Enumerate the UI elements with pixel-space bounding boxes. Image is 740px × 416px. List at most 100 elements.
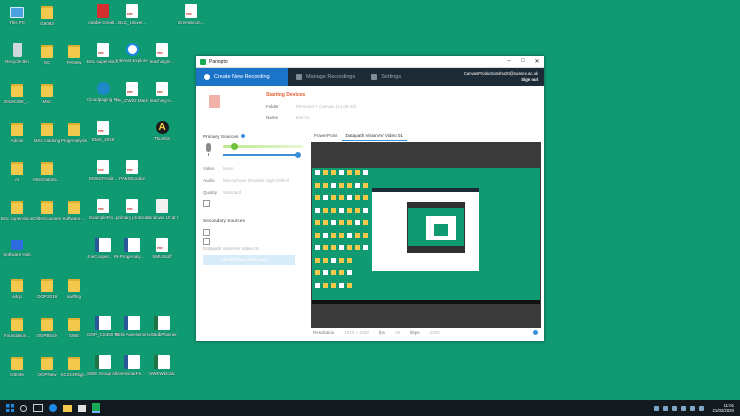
panopto-taskbar-icon[interactable] bbox=[92, 403, 100, 413]
desktop-icon[interactable]: Adobe Creati... bbox=[88, 2, 118, 32]
desktop-icon[interactable]: SWE bbox=[59, 314, 89, 344]
kbps-select[interactable]: 2000 bbox=[430, 330, 440, 335]
pdf-icon bbox=[97, 160, 109, 174]
desktop-icon[interactable]: PANew bbox=[59, 41, 89, 71]
desktop-icon[interactable]: EMS_2019 bbox=[88, 119, 118, 149]
tab-datapath-video[interactable]: Datapath VisionAV Video 01 bbox=[341, 132, 407, 141]
desktop-icon[interactable]: PA_CW02 Markin... bbox=[116, 80, 148, 110]
start-button[interactable] bbox=[6, 404, 14, 412]
fps-label: fps bbox=[379, 330, 386, 335]
resolution-select[interactable]: 1920 x 1080 bbox=[344, 330, 369, 335]
desktop-icon[interactable]: Risk Assessme... bbox=[116, 314, 148, 344]
desktop-icon[interactable]: SCSCRIbgr... bbox=[59, 353, 89, 383]
maximize-button[interactable]: □ bbox=[516, 58, 530, 65]
desktop-icon[interactable]: PAEMCode2 bbox=[117, 158, 147, 188]
desktop-icon[interactable]: GreenEcon... bbox=[176, 2, 206, 32]
desktop-icon[interactable]: BSc supervisio... bbox=[87, 41, 119, 71]
tray-app-icon[interactable] bbox=[672, 405, 678, 411]
desktop-icon[interactable]: OOP_CS450 Major chan... bbox=[87, 314, 119, 344]
network-icon[interactable] bbox=[690, 405, 696, 411]
preview-desktop-icon bbox=[323, 232, 328, 238]
desktop-icon[interactable]: MScDataSc... bbox=[32, 158, 62, 188]
tray-app-icon[interactable] bbox=[663, 405, 669, 411]
desktop-icon[interactable]: Internet Explorer bbox=[116, 41, 148, 71]
quality-select[interactable]: Standard bbox=[223, 190, 241, 195]
desktop-icon[interactable]: SWEWkCalc bbox=[147, 353, 177, 383]
store-icon[interactable] bbox=[78, 404, 86, 412]
desktop-icon[interactable]: Foundation... bbox=[2, 314, 32, 344]
desktop-icon[interactable]: Recycle Bin bbox=[2, 41, 32, 71]
volume-icon[interactable] bbox=[699, 405, 705, 411]
desktop-icon[interactable]: Cloudpaging Player bbox=[87, 80, 119, 110]
sign-out-link[interactable]: Sign out bbox=[464, 77, 538, 83]
tab-settings[interactable]: Settings bbox=[363, 68, 409, 86]
add-video-source-label: Add another video source bbox=[221, 257, 270, 262]
folder-icon bbox=[68, 318, 80, 331]
desktop-icon[interactable]: teachingm... bbox=[147, 41, 177, 71]
desktop-icon[interactable]: Windows 10 at Sussex bbox=[146, 197, 178, 227]
task-view-icon[interactable] bbox=[33, 404, 43, 412]
desktop-icon[interactable]: AI bbox=[2, 158, 32, 188]
fps-select[interactable]: 30 bbox=[395, 330, 400, 335]
tab-manage-recordings[interactable]: Manage Recordings bbox=[288, 68, 363, 86]
preview-desktop-icon bbox=[355, 182, 360, 188]
clock[interactable]: 11:01 21/02/2020 bbox=[706, 403, 740, 413]
desktop-icon[interactable]: MSc marking bbox=[32, 119, 62, 149]
name-input[interactable]: test 01 bbox=[296, 115, 310, 120]
edge-icon[interactable] bbox=[49, 404, 57, 412]
desktop-icon[interactable]: ExampleFin... bbox=[88, 197, 118, 227]
desktop-icon[interactable]: ProgAnalysis bbox=[59, 119, 89, 149]
desktop-icon[interactable]: ProgAnaly... bbox=[117, 236, 147, 266]
desktop-icon[interactable]: MSc bbox=[32, 80, 62, 110]
audio-gain-slider[interactable] bbox=[223, 154, 298, 156]
desktop-icon[interactable]: SWE Group Allocations bbox=[87, 353, 119, 383]
primary-sources-heading: Primary Sources bbox=[203, 134, 246, 140]
title-bar[interactable]: Panopto – □ ✕ bbox=[196, 56, 544, 68]
folder-icon bbox=[41, 84, 53, 97]
desktop-icon[interactable]: G6046 bbox=[2, 353, 32, 383]
search-icon[interactable] bbox=[20, 404, 27, 412]
close-button[interactable]: ✕ bbox=[530, 58, 544, 65]
desktop-icon[interactable]: This PC bbox=[2, 2, 32, 32]
desktop-icon[interactable]: primary protocol... bbox=[116, 197, 148, 227]
capture-checkbox[interactable] bbox=[203, 200, 210, 207]
info-icon[interactable] bbox=[533, 330, 538, 335]
desktop-icon[interactable]: OOP2019 bbox=[32, 275, 62, 305]
desktop-icon[interactable]: GC bbox=[32, 41, 62, 71]
desktop-icon[interactable]: SeminarFe... bbox=[117, 353, 147, 383]
secondary-source-checkbox-1[interactable] bbox=[203, 229, 210, 236]
desktop-icon[interactable]: OOPBlock bbox=[32, 314, 62, 344]
desktop-icon[interactable]: BSc supervision bbox=[1, 197, 33, 227]
pdf-icon bbox=[126, 199, 138, 213]
tray-app-icon[interactable] bbox=[654, 405, 660, 411]
desktop-icon[interactable]: Software-... bbox=[59, 197, 89, 227]
desktop-icon[interactable]: GLC_Univer... bbox=[117, 2, 147, 32]
secondary-source-checkbox-2[interactable] bbox=[203, 238, 210, 245]
tray-app-icon[interactable] bbox=[681, 405, 687, 411]
desktop-icon[interactable]: G6083 bbox=[32, 2, 62, 32]
help-icon[interactable] bbox=[241, 134, 246, 138]
add-video-source-button[interactable]: Add another video source bbox=[203, 255, 295, 265]
desktop-icon[interactable]: Thumbs bbox=[147, 119, 177, 149]
audio-gain-handle[interactable] bbox=[295, 152, 301, 158]
desktop-icon[interactable]: teaching-s... bbox=[147, 80, 177, 110]
minimize-button[interactable]: – bbox=[502, 58, 516, 65]
desktop-icon[interactable]: USBdbPlanner bbox=[147, 314, 177, 344]
file-explorer-icon[interactable] bbox=[63, 404, 72, 412]
desktop-icon[interactable]: Software Hub bbox=[2, 236, 32, 266]
folder-select[interactable]: Personal Y Canvas (14.09.20) bbox=[296, 104, 356, 109]
desktop-icon[interactable]: SMUStuff bbox=[147, 236, 177, 266]
desktop-icon[interactable]: edcp bbox=[2, 275, 32, 305]
audio-select[interactable]: Microphone (Realtek High Definit bbox=[223, 178, 289, 183]
desktop-icon[interactable]: OlderCourses bbox=[32, 197, 62, 227]
desktop-icon[interactable]: swiftng bbox=[59, 275, 89, 305]
capture-source-label[interactable]: Datapath VisionAV Video 01 bbox=[203, 246, 259, 251]
tab-create-recording[interactable]: Create New Recording bbox=[196, 68, 288, 86]
desktop-icon[interactable]: 2019CWK_... bbox=[2, 80, 32, 110]
desktop-icon[interactable]: EMSCPostit... bbox=[88, 158, 118, 188]
desktop-icon[interactable]: Admin bbox=[2, 119, 32, 149]
desktop-icon[interactable]: OOPNew bbox=[32, 353, 62, 383]
tab-powerpoint[interactable]: PowerPoint bbox=[310, 132, 342, 141]
video-select[interactable]: None bbox=[223, 166, 234, 171]
desktop-icon[interactable]: JoeCooper... Report bbox=[87, 236, 119, 266]
